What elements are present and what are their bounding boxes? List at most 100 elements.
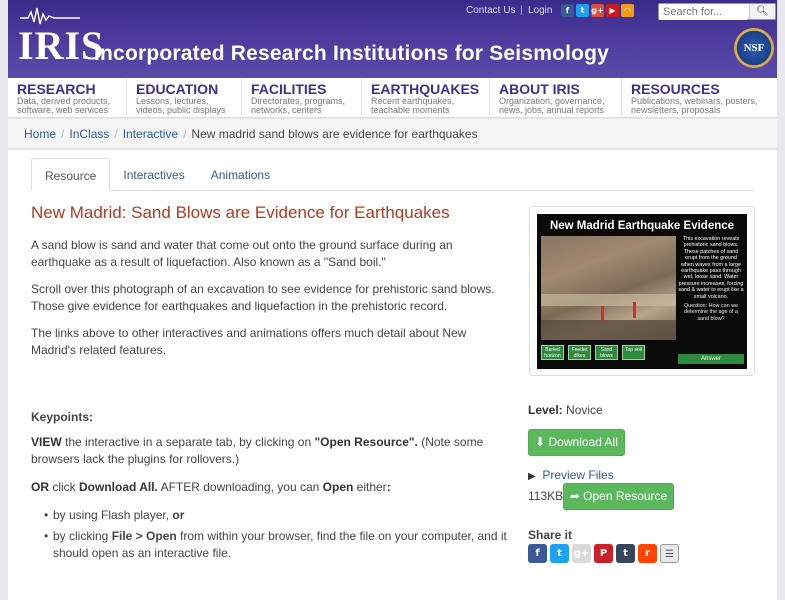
nav-sub: news, jobs, annual reports [499, 105, 605, 115]
pinterest-icon[interactable]: P [594, 544, 613, 563]
thumbnail-button: Feeder dikes [568, 345, 591, 360]
resource-title: New Madrid: Sand Blows are Evidence for … [31, 203, 450, 222]
thumbnail-button: Top soil [622, 345, 645, 360]
contact-link[interactable]: Contact Us [466, 5, 515, 16]
nav-earthquakes[interactable]: EARTHQUAKES Recent earthquakes, teachabl… [362, 78, 490, 116]
level-value: Novice [562, 403, 603, 417]
nav-title: EDUCATION [136, 81, 219, 97]
resource-thumbnail[interactable]: New Madrid Earthquake Evidence This exca… [529, 206, 755, 376]
nav-sub: newsletters, proposals [631, 105, 721, 115]
main-content: Resource Interactives Animations New Mad… [8, 150, 777, 600]
kp-download-all: Download All. [79, 480, 158, 494]
kp-open: Open [322, 480, 354, 494]
description-paragraph: Scroll over this photograph of an excava… [31, 282, 495, 313]
search-icon: 🔍︎ [756, 6, 769, 17]
nav-title: RESOURCES [631, 81, 720, 97]
facebook-icon[interactable]: f [528, 544, 547, 563]
breadcrumb: Home / InClass / Interactive / New madrid sand… [8, 119, 777, 149]
nav-education[interactable]: EDUCATION Lessons, lectures, videos, pub… [127, 78, 242, 116]
kp-text: either [353, 480, 387, 494]
nav-resources[interactable]: RESOURCES Publications, webinars, poster… [622, 78, 777, 116]
nsf-logo[interactable]: NSF [734, 28, 774, 68]
tab-animations[interactable]: Animations [198, 158, 283, 191]
open-resource-button[interactable]: ➦ Open Resource [563, 483, 674, 510]
file-size: 113KB [528, 489, 564, 503]
breadcrumb-home[interactable]: Home [24, 127, 56, 141]
excavation-photo [541, 236, 676, 340]
preview-label: Preview Files [542, 468, 614, 482]
kp-text: the interactive in a separate tab, by cl… [61, 435, 315, 449]
login-link[interactable]: Login [528, 5, 552, 16]
search-box: 🔍︎ [658, 3, 776, 20]
keypoints-heading: Keypoints: [31, 410, 94, 424]
level-label: Level: [528, 403, 563, 417]
preview-files-link[interactable]: ▶ Preview Files [528, 468, 614, 482]
thumbnail-button: Sand blows [595, 345, 618, 360]
contact-link-wrap: Contact Us [466, 5, 515, 16]
keypoint-bullet: by clicking File > Open from within your… [44, 528, 513, 561]
login-link-wrap: Login [528, 5, 552, 16]
breadcrumb-separator: / [114, 127, 118, 141]
thumbnail-image: New Madrid Earthquake Evidence This exca… [537, 214, 747, 369]
keypoint-bullet: by using Flash player, or [44, 507, 513, 524]
download-all-button[interactable]: ⬇︎ Download All [528, 429, 625, 456]
twitter-icon[interactable]: t [550, 544, 569, 563]
rss-icon[interactable]: ◠ [621, 4, 634, 17]
thumbnail-title: New Madrid Earthquake Evidence [549, 220, 735, 232]
search-input[interactable] [659, 4, 747, 20]
tab-interactives[interactable]: Interactives [110, 158, 197, 191]
facebook-icon[interactable]: f [561, 4, 574, 17]
kp-text: by clicking [53, 529, 112, 543]
nav-title: RESEARCH [17, 81, 96, 97]
nav-title: EARTHQUAKES [371, 81, 480, 97]
social-links-top: f t g+ ▶ ◠ [561, 4, 634, 17]
nav-about-iris[interactable]: ABOUT IRIS Organization, governance, new… [490, 78, 622, 116]
nav-sub: teachable moments [371, 105, 450, 115]
thumbnail-buttons: Buried horizon Feeder dikes Sand blows T… [541, 345, 645, 360]
nav-sub: networks, centers [251, 105, 322, 115]
breadcrumb-inclass[interactable]: InClass [69, 127, 109, 141]
resource-tabs: Resource Interactives Animations [31, 158, 754, 191]
kp-bold: or [172, 508, 185, 522]
search-button[interactable]: 🔍︎ [749, 4, 775, 19]
breadcrumb-interactive[interactable]: Interactive [123, 127, 178, 141]
tumblr-icon[interactable]: t [616, 544, 635, 563]
main-nav: RESEARCH Data, derived products, softwar… [8, 78, 777, 118]
twitter-icon[interactable]: t [576, 4, 589, 17]
site-title[interactable]: Incorporated Research Institutions for S… [94, 42, 609, 66]
iris-logo[interactable]: IRIS [18, 22, 104, 69]
description-paragraph: A sand blow is sand and water that come … [31, 238, 453, 269]
kp-bold: File > Open [111, 529, 177, 543]
kp-colon: : [386, 480, 391, 494]
google-plus-icon[interactable]: g+ [591, 4, 604, 17]
google-plus-icon[interactable]: g+ [572, 544, 591, 563]
thumbnail-question: Question: How can we determine the age o… [684, 303, 738, 322]
tab-resource[interactable]: Resource [31, 158, 111, 191]
kp-or-lead: OR [31, 480, 49, 494]
breadcrumb-separator: / [183, 127, 187, 141]
breadcrumb-separator: / [61, 127, 65, 141]
open-resource-label: Open Resource [583, 489, 668, 503]
top-separator: | [520, 5, 523, 16]
thumbnail-answer: Answer [678, 354, 744, 364]
share-heading: Share it [528, 528, 573, 542]
kp-view-lead: VIEW [31, 435, 62, 449]
caret-right-icon: ▶ [528, 471, 536, 482]
download-icon: ⬇︎ [535, 435, 546, 449]
download-label: Download All [548, 435, 618, 449]
nav-title: FACILITIES [251, 81, 327, 97]
youtube-icon[interactable]: ▶ [606, 4, 619, 17]
email-icon[interactable]: ☰ [660, 544, 679, 563]
kp-text: click [49, 480, 79, 494]
nav-facilities[interactable]: FACILITIES Directorates, programs, netwo… [242, 78, 362, 116]
site-header: IRIS Incorporated Research Institutions … [8, 0, 777, 78]
kp-text: AFTER downloading, you can [157, 480, 323, 494]
reddit-icon[interactable]: r [638, 544, 657, 563]
breadcrumb-current: New madrid sand blows are evidence for e… [191, 127, 478, 141]
share-icons: f t g+ P t r ☰ [528, 544, 679, 563]
nav-research[interactable]: RESEARCH Data, derived products, softwar… [8, 78, 127, 116]
keypoint-view: VIEW the interactive in a separate tab, … [31, 434, 511, 468]
thumbnail-explanation: This excavation reveals prehistoric sand… [678, 236, 744, 300]
share-arrow-icon: ➦ [569, 489, 580, 503]
nav-title: ABOUT IRIS [499, 81, 580, 97]
